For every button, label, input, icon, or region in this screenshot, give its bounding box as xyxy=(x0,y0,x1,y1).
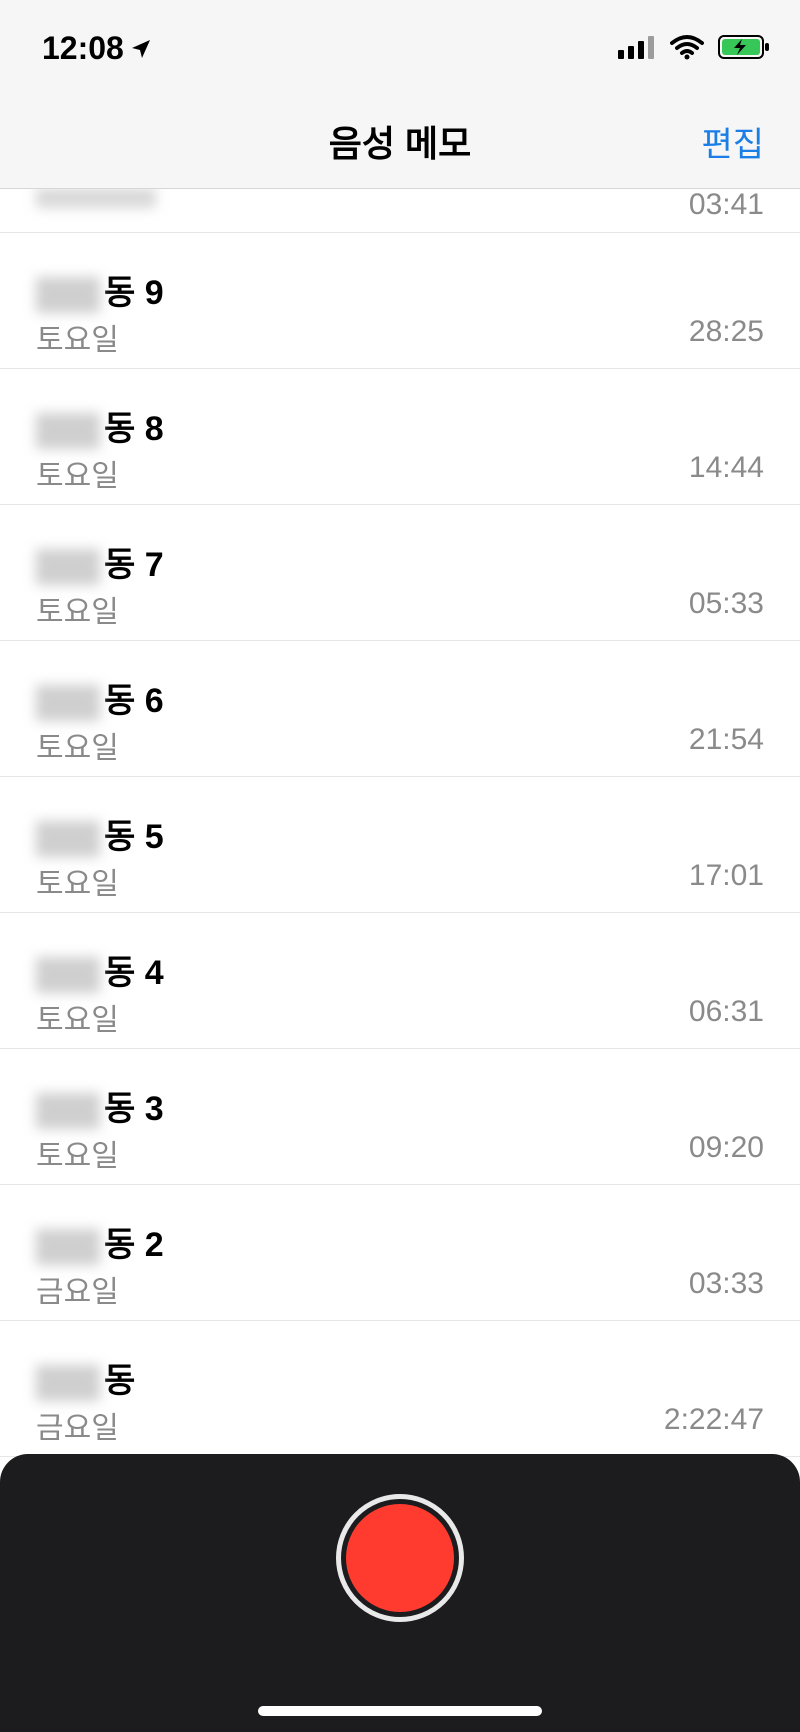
recording-duration: 17:01 xyxy=(688,859,764,892)
list-item[interactable]: 동 4 토요일 06:31 xyxy=(0,913,800,1049)
recording-title: 동 3 xyxy=(36,1081,164,1130)
recording-title: 동 6 xyxy=(36,673,164,722)
recording-title: 동 4 xyxy=(36,945,164,994)
redacted-text xyxy=(36,821,100,858)
status-time-text: 12:08 xyxy=(42,30,124,66)
recording-day: 토요일 xyxy=(36,868,119,901)
recording-duration: 14:44 xyxy=(688,451,764,484)
redacted-text xyxy=(36,1093,100,1130)
list-item[interactable]: 동 2 금요일 03:33 xyxy=(0,1185,800,1321)
recording-day: 토요일 xyxy=(36,732,119,765)
recording-title-text: 동 2 xyxy=(104,1226,164,1264)
recording-duration: 03:41 xyxy=(688,188,764,221)
redacted-text xyxy=(36,413,100,450)
list-item-partial[interactable]: 03:41 xyxy=(0,188,800,233)
list-item[interactable]: 동 8 토요일 14:44 xyxy=(0,369,800,505)
wifi-icon xyxy=(670,35,704,60)
recording-day: 토요일 xyxy=(36,460,119,493)
status-icons xyxy=(618,34,770,60)
recording-duration: 09:20 xyxy=(688,1131,764,1164)
recording-title-text: 동 5 xyxy=(104,818,164,856)
location-arrow-icon xyxy=(131,39,150,58)
recording-title-text: 동 6 xyxy=(104,682,164,720)
recording-day: 토요일 xyxy=(36,1004,119,1037)
recording-title: 동 7 xyxy=(36,537,164,586)
list-item[interactable]: 동 금요일 2:22:47 xyxy=(0,1321,800,1457)
page-title: 음성 메모 xyxy=(328,123,472,164)
redacted-text xyxy=(36,277,100,314)
recording-title: 동 5 xyxy=(36,809,164,858)
redacted-text xyxy=(36,1229,100,1266)
list-item[interactable]: 동 9 토요일 28:25 xyxy=(0,233,800,369)
record-button[interactable] xyxy=(346,1504,454,1612)
list-item[interactable]: 동 6 토요일 21:54 xyxy=(0,641,800,777)
recording-title-text: 동 8 xyxy=(104,410,164,448)
redacted-text xyxy=(36,549,100,586)
list-item[interactable]: 동 7 토요일 05:33 xyxy=(0,505,800,641)
home-indicator[interactable] xyxy=(258,1706,542,1716)
recordings-list: 03:41 동 9 토요일 28:25 동 8 토요일 14:44 동 7 토요… xyxy=(0,188,800,1457)
redacted-text xyxy=(36,1365,100,1402)
recording-duration: 05:33 xyxy=(688,587,764,620)
redacted-title xyxy=(36,188,156,208)
recording-duration: 28:25 xyxy=(688,315,764,348)
redacted-text xyxy=(36,957,100,994)
recording-day: 토요일 xyxy=(36,1140,119,1173)
recording-day: 토요일 xyxy=(36,324,119,357)
recording-title-text: 동 4 xyxy=(104,954,164,992)
record-panel xyxy=(0,1454,800,1732)
cellular-signal-icon xyxy=(618,36,654,59)
recording-duration: 06:31 xyxy=(688,995,764,1028)
recording-title: 동 xyxy=(36,1353,135,1402)
recording-title: 동 9 xyxy=(36,265,164,314)
recording-day: 금요일 xyxy=(36,1412,119,1445)
recording-duration: 2:22:47 xyxy=(663,1403,764,1436)
recording-title: 동 2 xyxy=(36,1217,164,1266)
list-item[interactable]: 동 5 토요일 17:01 xyxy=(0,777,800,913)
status-time: 12:08 xyxy=(42,30,152,67)
redacted-text xyxy=(36,685,100,722)
recording-title-text: 동 3 xyxy=(104,1090,164,1128)
edit-button[interactable]: 편집 xyxy=(701,117,764,166)
recording-duration: 21:54 xyxy=(688,723,764,756)
recording-title-text: 동 7 xyxy=(104,546,164,584)
battery-charging-icon xyxy=(718,35,769,59)
status-bar: 12:08 xyxy=(0,0,800,95)
recording-duration: 03:33 xyxy=(688,1267,764,1300)
recording-title-text: 동 xyxy=(104,1362,136,1400)
list-item[interactable]: 동 3 토요일 09:20 xyxy=(0,1049,800,1185)
recording-day: 금요일 xyxy=(36,1276,119,1309)
recording-title: 동 8 xyxy=(36,401,164,450)
recording-title-text: 동 9 xyxy=(104,274,164,312)
navigation-bar: 음성 메모 편집 xyxy=(0,95,800,189)
recording-day: 토요일 xyxy=(36,596,119,629)
